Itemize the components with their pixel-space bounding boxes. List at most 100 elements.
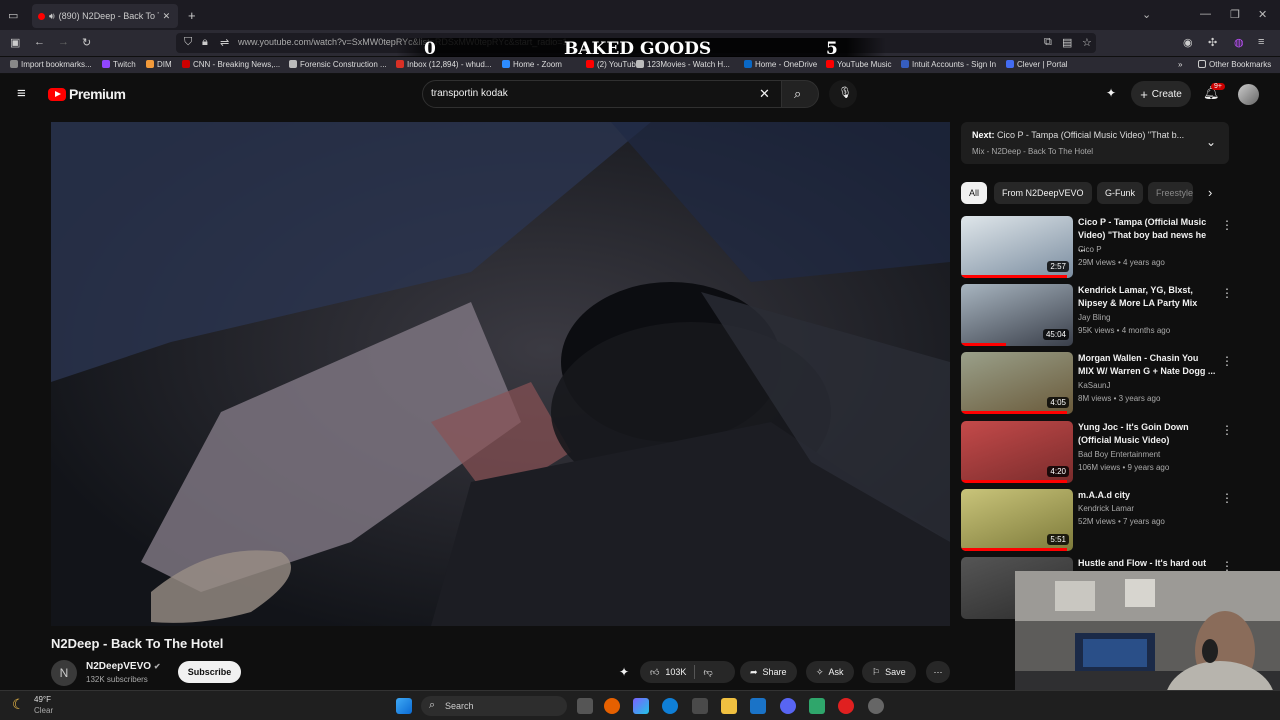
shield-icon[interactable]: ⛉ [184,36,192,49]
bookmark-item[interactable]: CNN - Breaking News,... [182,60,280,69]
edge-icon[interactable] [662,698,678,714]
recommendation-title[interactable]: Yung Joc - It's Goin Down (Official Musi… [1078,421,1216,447]
chevron-down-icon[interactable]: ⌄ [1206,135,1216,149]
recommendation-channel[interactable]: Cico P [1078,245,1102,254]
bookmark-item[interactable]: Home - OneDrive [744,60,817,69]
hamburger-menu-icon[interactable]: ≡ [17,85,26,102]
ask-button[interactable]: ✧ Ask [806,661,854,683]
chip-all[interactable]: All [961,182,988,204]
subscribe-button[interactable]: Subscribe [178,661,241,683]
recommendation-item[interactable]: 4:05 Morgan Wallen - Chasin You MIX W/ Wa… [961,352,1233,416]
video-thumbnail[interactable]: 45:04 [961,284,1073,346]
video-thumbnail[interactable]: 2:57 [961,216,1073,278]
forward-icon[interactable]: → [58,36,69,48]
thumbs-down-icon[interactable]: 👎︎ [703,667,712,678]
recommendation-title[interactable]: Kendrick Lamar, YG, Blxst, Nipsey & More… [1078,284,1216,310]
user-avatar[interactable] [1238,84,1259,105]
mail-icon[interactable] [750,698,766,714]
copilot-icon[interactable] [633,698,649,714]
picture-in-picture-icon[interactable]: ⧉ [1044,36,1052,49]
other-bookmarks[interactable]: Other Bookmarks [1198,60,1271,69]
recommendation-item[interactable]: 4:20 Yung Joc - It's Goin Down (Official … [961,421,1233,485]
profile-icon[interactable]: ◍ [1234,36,1244,49]
restore-button[interactable]: ❐ [1230,8,1240,21]
recommendation-title[interactable]: Morgan Wallen - Chasin You MIX W/ Warren… [1078,352,1216,378]
chip-g-funk[interactable]: G-Funk [1097,182,1144,204]
clear-search-icon[interactable]: ✕ [759,86,770,102]
more-vertical-icon[interactable]: ⋮ [1221,423,1233,437]
bookmark-item[interactable]: Import bookmarks... [10,60,92,69]
bookmark-item[interactable]: Clever | Portal [1006,60,1068,69]
up-next-panel[interactable]: Next: Cico P - Tampa (Official Music Vid… [961,122,1229,164]
create-button[interactable]: + Create [1131,81,1191,107]
recommendation-item[interactable]: 2:57 Cico P - Tampa (Official Music Video… [961,216,1233,280]
recommendation-channel[interactable]: Jay Bling [1078,313,1110,322]
cast-icon[interactable]: ✦ [1106,86,1116,100]
task-view-icon[interactable] [577,698,593,714]
reader-view-icon[interactable]: ▤ [1062,36,1072,49]
more-actions-button[interactable]: ⋯ [926,661,950,683]
weather-moon-icon[interactable]: ☾ [12,696,25,713]
more-vertical-icon[interactable]: ⋮ [1221,218,1233,232]
tab-overview-icon[interactable]: ▭ [8,9,18,22]
reload-icon[interactable]: ↻ [82,36,91,49]
lock-icon[interactable]: 🔒︎ [202,36,208,49]
close-window-button[interactable]: ✕ [1258,8,1267,21]
bookmarks-overflow-icon[interactable]: » [1178,60,1182,69]
discord-icon[interactable] [780,698,796,714]
settings-gear-icon[interactable] [868,698,884,714]
permissions-icon[interactable]: ⇌ [220,36,229,49]
voice-search-button[interactable]: 🎙︎ [829,80,857,108]
bookmark-item[interactable]: Home - Zoom [502,60,562,69]
bookmark-item[interactable]: 123Movies - Watch H... [636,60,730,69]
tab-close-icon[interactable]: ✕ [163,11,171,22]
minimize-button[interactable]: — [1200,8,1211,20]
video-thumbnail[interactable]: 4:05 [961,352,1073,414]
save-button[interactable]: ⚐ Save [862,661,916,683]
file-explorer-icon[interactable] [721,698,737,714]
channel-name-row[interactable]: N2DeepVEVO ✔ [86,661,161,672]
store-icon[interactable] [692,698,708,714]
new-tab-button[interactable]: + [188,8,196,23]
video-player[interactable] [51,122,950,626]
search-button[interactable]: ⌕ [781,80,819,108]
back-icon[interactable]: ← [34,36,45,48]
thumbs-up-icon[interactable]: 👍︎ [650,667,659,678]
chip-from-n2deepvevo[interactable]: From N2DeepVEVO [994,182,1092,204]
bookmark-item[interactable]: Twitch [102,60,136,69]
chip-freestyle[interactable]: Freestyle [1148,182,1193,204]
recommendation-item[interactable]: 5:51 m.A.A.d city Kendrick Lamar 52M views … [961,489,1233,553]
share-button[interactable]: ➦ Share [740,661,797,683]
search-input[interactable]: transportin kodak ✕ [422,80,782,108]
bookmark-item[interactable]: YouTube Music [826,60,892,69]
more-vertical-icon[interactable]: ⋮ [1221,354,1233,368]
channel-avatar[interactable]: N [51,660,77,686]
bookmark-item[interactable]: Intuit Accounts - Sign In [901,60,996,69]
more-vertical-icon[interactable]: ⋮ [1221,491,1233,505]
recommendation-title[interactable]: Hustle and Flow - It's hard out [1078,557,1216,570]
tab-active[interactable]: 🔊︎ (890) N2Deep - Back To The Hotel ✕ [32,4,178,28]
more-vertical-icon[interactable]: ⋮ [1221,286,1233,300]
recommendation-channel[interactable]: Bad Boy Entertainment [1078,450,1160,459]
menu-icon[interactable]: ≡ [1258,36,1264,48]
video-thumbnail[interactable]: 5:51 [961,489,1073,551]
bookmark-item[interactable]: Inbox (12,894) - whud... [396,60,492,69]
app-icon[interactable] [809,698,825,714]
bookmark-item[interactable]: DIM [146,60,172,69]
account-icon[interactable]: ◉ [1183,36,1193,49]
video-thumbnail[interactable]: 4:20 [961,421,1073,483]
firefox-icon[interactable] [604,698,620,714]
recommendation-item[interactable]: 45:04 Kendrick Lamar, YG, Blxst, Nipsey &… [961,284,1233,348]
recommendation-title[interactable]: m.A.A.d city [1078,489,1216,502]
effects-icon[interactable]: ✦ [619,665,629,679]
taskbar-search[interactable]: ⌕ Search [421,696,567,716]
bookmark-item[interactable]: (2) YouTube [586,60,640,69]
recommendation-channel[interactable]: KaSaunJ [1078,381,1110,390]
bookmark-star-icon[interactable]: ☆ [1082,36,1092,49]
youtube-logo[interactable]: Premium [48,86,126,102]
windows-start-icon[interactable] [396,698,412,714]
tab-list-chevron-icon[interactable]: ⌄ [1142,8,1151,21]
bookmark-item[interactable]: Forensic Construction ... [289,60,387,69]
speaker-icon[interactable]: 🔊︎ [49,11,55,22]
media-player-icon[interactable] [838,698,854,714]
